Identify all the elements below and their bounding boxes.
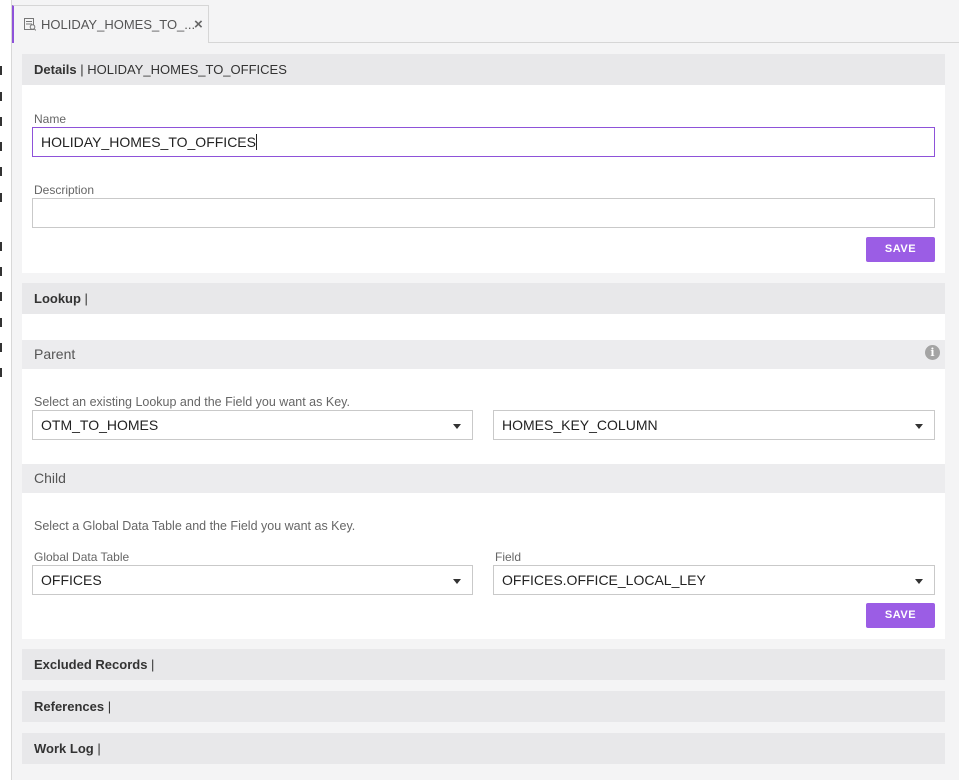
work-log-sep: | — [93, 741, 101, 756]
details-header-label: Details — [34, 62, 77, 77]
parent-title: Parent — [34, 346, 76, 362]
tab-holiday-homes[interactable]: HOLIDAY_HOMES_TO_... × — [12, 5, 209, 43]
tab-title: HOLIDAY_HOMES_TO_... — [41, 17, 196, 32]
close-icon[interactable]: × — [194, 16, 203, 33]
references-sep: | — [104, 699, 112, 714]
chevron-down-icon — [915, 424, 923, 429]
edge-mark — [0, 167, 2, 176]
description-input[interactable] — [32, 198, 935, 228]
tab-bar-divider — [209, 42, 959, 43]
name-label: Name — [34, 112, 67, 126]
parent-field-select[interactable]: HOMES_KEY_COLUMN — [493, 410, 935, 440]
parent-lookup-select[interactable]: OTM_TO_HOMES — [32, 410, 473, 440]
excluded-records-header[interactable]: Excluded Records | — [22, 649, 945, 680]
lookup-table-icon — [24, 18, 36, 31]
left-panel-edge — [0, 0, 12, 780]
references-label: References — [34, 699, 105, 714]
details-panel — [22, 85, 945, 273]
excluded-records-sep: | — [147, 657, 155, 672]
lookup-save-button[interactable]: SAVE — [866, 603, 935, 628]
edge-mark — [0, 193, 2, 202]
text-caret — [255, 134, 257, 150]
lookup-header-label: Lookup — [34, 291, 81, 306]
global-data-table-label: Global Data Table — [34, 550, 130, 564]
global-data-table-select[interactable]: OFFICES — [32, 565, 473, 595]
lookup-header[interactable]: Lookup | — [22, 283, 945, 314]
edge-mark — [0, 66, 2, 75]
child-instruction: Select a Global Data Table and the Field… — [34, 519, 356, 533]
parent-header: Parent — [22, 340, 945, 369]
child-field-value: OFFICES.OFFICE_LOCAL_LEY — [502, 572, 706, 588]
edge-mark — [0, 343, 2, 352]
edge-mark — [0, 142, 2, 151]
chevron-down-icon — [453, 579, 461, 584]
edge-mark — [0, 292, 2, 301]
global-data-table-value: OFFICES — [41, 572, 102, 588]
child-title: Child — [34, 470, 66, 486]
info-icon[interactable]: i — [925, 345, 940, 360]
details-header[interactable]: Details | HOLIDAY_HOMES_TO_OFFICES — [22, 54, 945, 85]
lookup-header-sep: | — [80, 291, 88, 306]
edge-mark — [0, 117, 2, 126]
excluded-records-label: Excluded Records — [34, 657, 148, 672]
edge-mark — [0, 92, 2, 101]
chevron-down-icon — [453, 424, 461, 429]
name-input[interactable]: HOLIDAY_HOMES_TO_OFFICES — [32, 127, 935, 157]
child-field-label: Field — [495, 550, 522, 564]
work-log-label: Work Log — [34, 741, 94, 756]
details-save-button[interactable]: SAVE — [866, 237, 935, 262]
details-header-sep: | — [76, 62, 88, 77]
details-header-name: HOLIDAY_HOMES_TO_OFFICES — [87, 62, 287, 77]
chevron-down-icon — [915, 579, 923, 584]
edge-mark — [0, 267, 2, 276]
edge-mark — [0, 318, 2, 327]
parent-lookup-value: OTM_TO_HOMES — [41, 417, 159, 433]
edge-mark — [0, 368, 2, 377]
work-log-header[interactable]: Work Log | — [22, 733, 945, 764]
edge-mark — [0, 242, 2, 251]
child-header: Child — [22, 464, 945, 493]
parent-field-value: HOMES_KEY_COLUMN — [502, 417, 658, 433]
parent-instruction: Select an existing Lookup and the Field … — [34, 395, 350, 409]
description-label: Description — [34, 183, 95, 197]
name-input-value: HOLIDAY_HOMES_TO_OFFICES — [41, 134, 256, 150]
references-header[interactable]: References | — [22, 691, 945, 722]
child-field-select[interactable]: OFFICES.OFFICE_LOCAL_LEY — [493, 565, 935, 595]
